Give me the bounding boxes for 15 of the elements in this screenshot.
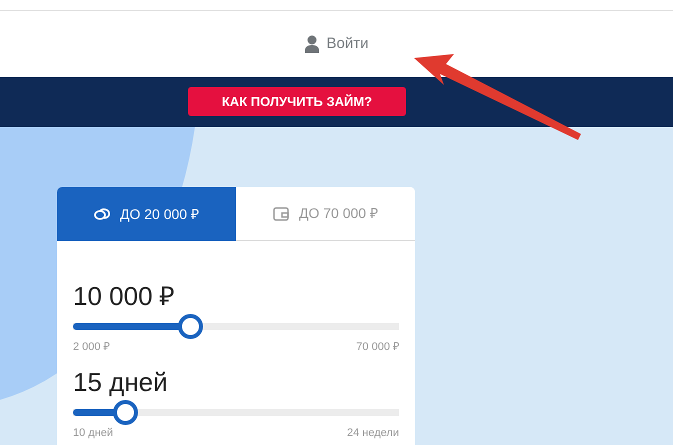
amount-tab[interactable]: ДО 20 000 ₽ [57,187,236,241]
slider-min-label: 10 дней [73,428,114,439]
slider-value: 15 дней [73,369,169,395]
wallet-icon [273,206,289,220]
user-icon [304,35,318,53]
coins-icon [94,208,110,220]
slider-min-label: 2 000 ₽ [73,342,110,353]
slider-max-label: 24 недели [347,428,399,439]
how-to-get-loan-button[interactable]: КАК ПОЛУЧИТЬ ЗАЙМ? [188,87,406,116]
slider-thumb[interactable] [113,400,138,425]
slider-value: 10 000 ₽ [73,283,176,309]
slider-max-label: 70 000 ₽ [356,342,399,353]
login-link[interactable]: Войти [304,32,368,56]
amount-tab[interactable]: ДО 70 000 ₽ [236,187,415,241]
slider-thumb[interactable] [178,314,204,339]
